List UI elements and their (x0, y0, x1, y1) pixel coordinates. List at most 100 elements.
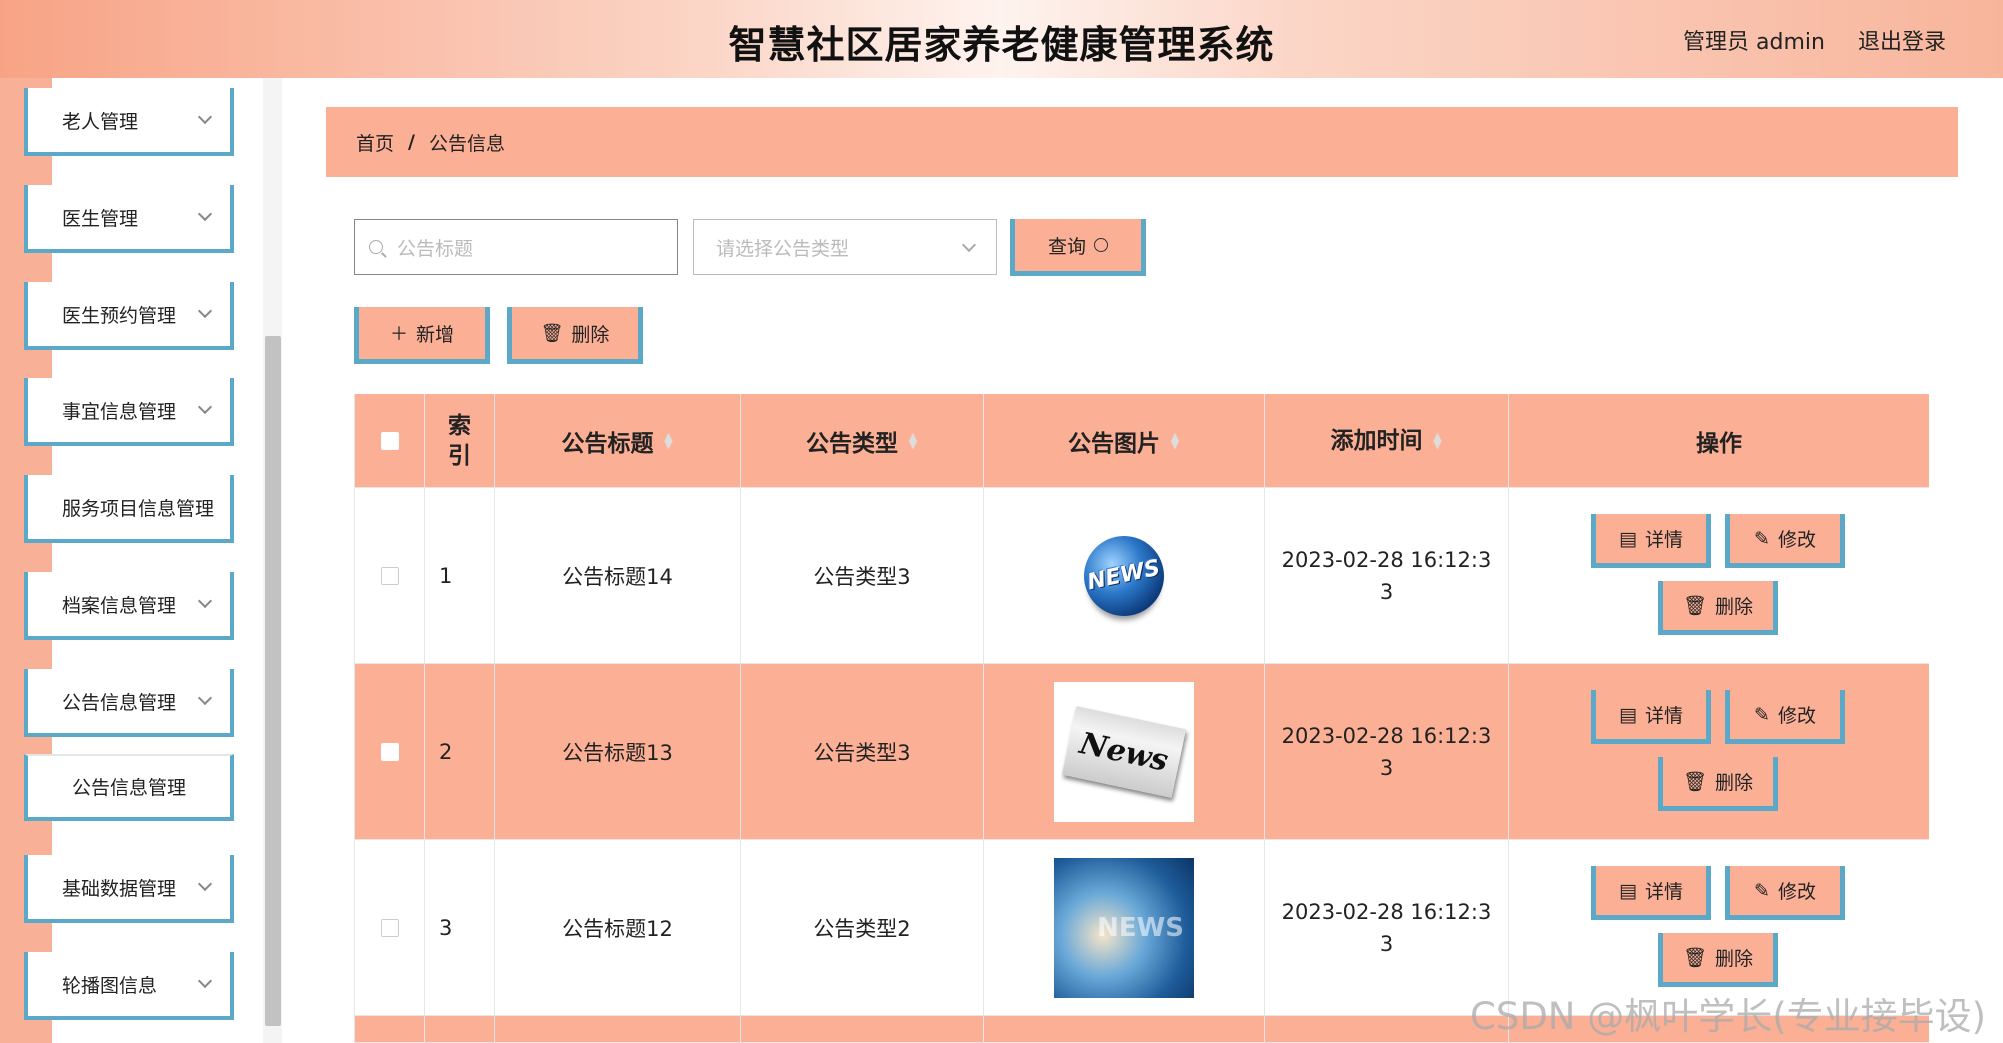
search-icon (369, 240, 383, 254)
delete-label: 删除 (1715, 948, 1754, 970)
title-search-input[interactable]: 公告标题 (354, 219, 678, 275)
row-time-line1: 2023-02-28 16:12:3 (1281, 723, 1492, 748)
row-image (984, 1016, 1265, 1043)
chevron-down-icon (197, 303, 213, 319)
chevron-down-icon (197, 690, 213, 706)
row-image: News (984, 664, 1265, 840)
title-search-placeholder: 公告标题 (397, 237, 474, 260)
image-text: News (1076, 725, 1172, 778)
sidebar-item-label: 公告信息管理 (72, 777, 187, 799)
detail-button[interactable]: ▤ 详情 (1591, 866, 1711, 920)
edit-label: 修改 (1777, 881, 1816, 903)
sort-icon[interactable]: ▲ ▼ (908, 431, 918, 450)
delete-label: 删除 (1715, 772, 1754, 794)
notice-table: 索 引 公告标题 ▲ ▼ 公告类型 ▲ ▼ 公告图片 ▲ ▼ 添加时间 ▲ ▼ 操作 1 公告标… (354, 394, 1929, 1043)
sort-icon[interactable]: ▲ ▼ (1433, 431, 1443, 450)
header-time-label: 添加时间 (1330, 427, 1423, 454)
row-ops: ▤ 详情 ✎ 修改 🗑 删除 (1509, 664, 1929, 840)
edit-label: 修改 (1777, 705, 1816, 727)
edit-button[interactable]: ✎ 修改 (1725, 514, 1845, 568)
sidebar-item-service[interactable]: 服务项目信息管理 (24, 475, 234, 543)
header-image[interactable]: 公告图片 ▲ ▼ (984, 394, 1265, 488)
logout-link[interactable]: 退出登录 (1858, 24, 1946, 56)
row-image: NEWS (984, 488, 1265, 664)
sidebar-item-doctor[interactable]: 医生管理 (24, 185, 234, 253)
sidebar-subitem-notice[interactable]: 公告信息管理 (24, 754, 234, 821)
sidebar-item-archive[interactable]: 档案信息管理 (24, 572, 234, 640)
select-all-checkbox[interactable] (380, 431, 399, 450)
header-type[interactable]: 公告类型 ▲ ▼ (741, 394, 984, 488)
detail-button[interactable]: ▤ 详情 (1591, 514, 1711, 568)
header-index-line2: 引 (448, 442, 471, 469)
row-checkbox[interactable] (380, 566, 399, 585)
row-check-cell (355, 1016, 425, 1043)
sidebar-item-affairs[interactable]: 事宜信息管理 (24, 378, 234, 446)
row-title: 公告标题12 (495, 840, 741, 1016)
delete-button[interactable]: 🗑 删除 (1658, 933, 1778, 987)
row-time: 2023-02-28 16:12:3 3 (1265, 664, 1509, 840)
pencil-icon: ✎ (1754, 879, 1770, 902)
trash-icon: 🗑 (1682, 771, 1708, 793)
sidebar-item-appointment[interactable]: 医生预约管理 (24, 282, 234, 350)
detail-button[interactable]: ▤ 详情 (1591, 690, 1711, 744)
row-title: 公告标题13 (495, 664, 741, 840)
row-checkbox[interactable] (380, 742, 399, 761)
type-select[interactable]: 请选择公告类型 (693, 219, 997, 275)
header-index-line1: 索 (448, 412, 471, 439)
header-ops: 操作 (1509, 394, 1929, 488)
row-checkbox[interactable] (380, 918, 399, 937)
sidebar-item-label: 轮播图信息 (62, 974, 158, 997)
delete-button[interactable]: 🗑 删除 (1658, 581, 1778, 635)
plus-icon: ＋ (389, 324, 408, 345)
edit-button[interactable]: ✎ 修改 (1725, 866, 1845, 920)
row-time-line1: 2023-02-28 16:12:3 (1281, 547, 1492, 572)
edit-button[interactable]: ✎ 修改 (1725, 690, 1845, 744)
trash-icon: 🗑 (540, 322, 564, 344)
row-check-cell (355, 664, 425, 840)
sidebar: 老人管理 医生管理 医生预约管理 事宜信息管理 服务项目信息管理 档案信息管理 … (0, 78, 282, 1043)
chevron-down-icon (197, 876, 213, 892)
batch-delete-button[interactable]: 🗑 删除 (507, 307, 643, 364)
sidebar-item-notice[interactable]: 公告信息管理 (24, 669, 234, 737)
sort-icon[interactable]: ▲ ▼ (664, 431, 674, 450)
sidebar-item-label: 医生预约管理 (62, 304, 177, 327)
document-icon: ▤ (1619, 879, 1637, 902)
breadcrumb: 首页 / 公告信息 (326, 107, 1958, 177)
query-button[interactable]: 查询 (1010, 219, 1146, 276)
header-check-cell (355, 394, 425, 488)
header-title[interactable]: 公告标题 ▲ ▼ (495, 394, 741, 488)
row-index (425, 1016, 495, 1043)
sidebar-item-elder[interactable]: 老人管理 (24, 88, 234, 156)
sidebar-item-basedata[interactable]: 基础数据管理 (24, 855, 234, 923)
header-ops-label: 操作 (1696, 430, 1742, 457)
header-time[interactable]: 添加时间 ▲ ▼ (1265, 394, 1509, 488)
breadcrumb-home[interactable]: 首页 (356, 129, 394, 156)
query-button-label: 查询 (1047, 235, 1086, 258)
chevron-down-icon (197, 593, 213, 609)
delete-button[interactable]: 🗑 删除 (1658, 757, 1778, 811)
sidebar-item-label: 事宜信息管理 (62, 400, 177, 423)
type-select-placeholder: 请选择公告类型 (716, 237, 850, 260)
row-index: 2 (425, 664, 495, 840)
header-title-label: 公告标题 (561, 430, 654, 457)
document-icon: ▤ (1619, 527, 1637, 550)
row-time-line1: 2023-02-28 16:12:3 (1281, 899, 1492, 924)
sort-icon[interactable]: ▲ ▼ (1170, 431, 1180, 450)
row-time-line2: 3 (1379, 579, 1394, 604)
search-icon (1094, 238, 1108, 252)
add-button[interactable]: ＋ 新增 (354, 307, 490, 364)
row-ops: ▤ 详情 ✎ 修改 🗑 删除 (1509, 488, 1929, 664)
sidebar-item-carousel[interactable]: 轮播图信息 (24, 952, 234, 1020)
image-text: NEWS (1085, 555, 1163, 596)
edit-label: 修改 (1777, 529, 1816, 551)
sidebar-scrollbar-thumb[interactable] (265, 336, 281, 1026)
header-index: 索 引 (425, 394, 495, 488)
table-header-row: 索 引 公告标题 ▲ ▼ 公告类型 ▲ ▼ 公告图片 ▲ ▼ 添加时间 ▲ ▼ 操作 (355, 394, 1929, 488)
watermark: CSDN @枫叶学长(专业接毕设) (1470, 995, 1987, 1038)
chevron-down-icon (961, 237, 977, 253)
detail-label: 详情 (1644, 529, 1683, 551)
detail-label: 详情 (1644, 705, 1683, 727)
chevron-down-icon (197, 206, 213, 222)
row-check-cell (355, 840, 425, 1016)
breadcrumb-current: 公告信息 (428, 132, 505, 155)
